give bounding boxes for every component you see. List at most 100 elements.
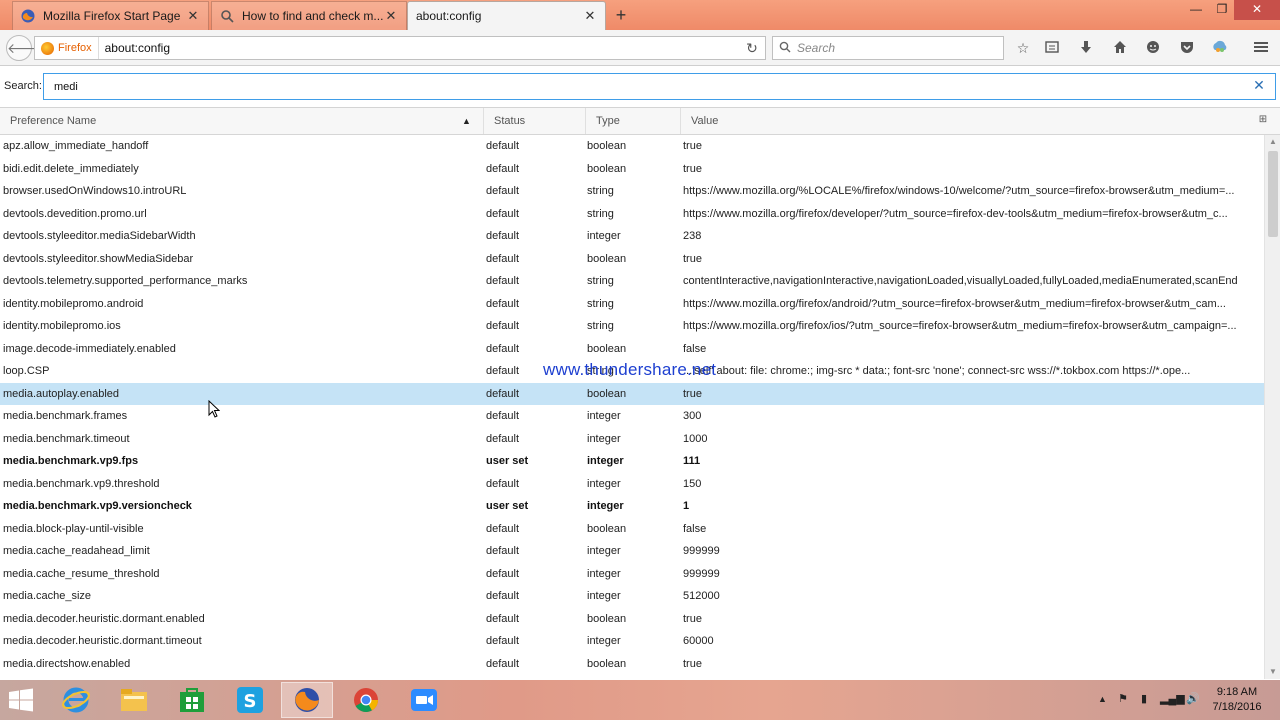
- chrome-icon[interactable]: [340, 682, 392, 718]
- preference-value: https://www.mozilla.org/firefox/ios/?utm…: [683, 320, 1237, 332]
- preference-value: true: [683, 162, 702, 175]
- file-explorer-icon[interactable]: [108, 682, 160, 718]
- preference-row[interactable]: media.benchmark.timeout default integer 100…: [0, 428, 1264, 451]
- preference-row[interactable]: media.block-play-until-visible default boo…: [0, 518, 1264, 541]
- tab-close-icon[interactable]: ✕: [583, 8, 597, 24]
- preference-row[interactable]: media.decoder.heuristic.dormant.enabled d…: [0, 608, 1264, 631]
- preference-row[interactable]: media.directshow.enabled default boolean tr…: [0, 653, 1264, 676]
- preference-value: https://www.mozilla.org/firefox/android/…: [683, 297, 1226, 310]
- preference-row[interactable]: bidi.edit.delete_immediately default boole…: [0, 158, 1264, 181]
- volume-icon[interactable]: 🔊: [1186, 692, 1200, 705]
- scroll-up-icon[interactable]: ▲: [1265, 135, 1280, 149]
- preference-row[interactable]: image.decode-immediately.enabled default b…: [0, 338, 1264, 361]
- download-icon[interactable]: [1077, 40, 1095, 58]
- identity-label: Firefox: [58, 42, 92, 54]
- preference-type: integer: [587, 500, 624, 512]
- tray-expand-icon[interactable]: ▲: [1098, 694, 1107, 704]
- search-placeholder: Search: [797, 41, 836, 55]
- preference-value: 512000: [683, 590, 720, 602]
- zoom-icon[interactable]: [398, 682, 450, 718]
- preference-row[interactable]: devtools.styleeditor.mediaSidebarWidth de…: [0, 225, 1264, 248]
- new-tab-button[interactable]: +: [610, 4, 632, 26]
- preference-row[interactable]: media.benchmark.frames default integer 300: [0, 405, 1264, 428]
- reading-list-icon[interactable]: [1043, 40, 1061, 58]
- tab-firefox-start-page[interactable]: Mozilla Firefox Start Page ✕: [12, 1, 209, 30]
- scroll-down-icon[interactable]: ▼: [1265, 665, 1280, 679]
- preference-status: default: [486, 567, 520, 580]
- home-icon[interactable]: [1111, 40, 1129, 58]
- identity-box[interactable]: Firefox: [35, 37, 99, 59]
- battery-icon[interactable]: ▮: [1141, 692, 1147, 705]
- preference-name: media.decoder.heuristic.dormant.enabled: [3, 612, 205, 625]
- preference-type: boolean: [587, 162, 627, 175]
- preference-type: boolean: [587, 612, 627, 625]
- skype-icon[interactable]: S: [224, 682, 276, 718]
- column-header-status[interactable]: Status: [484, 108, 586, 134]
- preference-name: devtools.devedition.promo.url: [3, 207, 147, 220]
- clear-filter-icon[interactable]: ✕: [1252, 78, 1266, 92]
- reload-icon[interactable]: ↻: [739, 40, 765, 57]
- preference-row[interactable]: apz.allow_immediate_handoff default boolea…: [0, 135, 1264, 158]
- preference-row[interactable]: media.benchmark.vp9.versioncheck user set…: [0, 495, 1264, 518]
- search-bar[interactable]: Search: [772, 36, 1004, 60]
- system-clock[interactable]: 9:18 AM 7/18/2016: [1208, 685, 1266, 715]
- preference-name: media.cache_readahead_limit: [3, 545, 150, 557]
- preference-value: true: [683, 657, 702, 670]
- preference-type: integer: [587, 455, 624, 467]
- tab-close-icon[interactable]: ✕: [384, 8, 398, 24]
- restore-button[interactable]: ❐: [1208, 0, 1236, 20]
- preference-row[interactable]: devtools.telemetry.supported_performance…: [0, 270, 1264, 293]
- preference-row[interactable]: devtools.styleeditor.showMediaSidebar def…: [0, 248, 1264, 271]
- window-close-button[interactable]: ✕: [1234, 0, 1280, 20]
- preference-row[interactable]: identity.mobilepromo.android default strin…: [0, 293, 1264, 316]
- url-text[interactable]: about:config: [99, 41, 739, 55]
- preference-status: user set: [486, 500, 529, 512]
- internet-explorer-icon[interactable]: [50, 682, 102, 718]
- scrollbar-thumb[interactable]: [1268, 151, 1278, 237]
- preference-row[interactable]: media.benchmark.vp9.threshold default inte…: [0, 473, 1264, 496]
- tab-how-to-find[interactable]: How to find and check m... ✕: [211, 1, 407, 30]
- preference-row[interactable]: media.decoder.heuristic.dormant.timeout d…: [0, 630, 1264, 653]
- column-picker-icon[interactable]: ⊞: [1256, 114, 1270, 128]
- preference-row[interactable]: media.cache_resume_threshold default integ…: [0, 563, 1264, 586]
- clock-time: 9:18 AM: [1216, 686, 1258, 698]
- firefox-icon[interactable]: [281, 682, 333, 718]
- preference-name: devtools.styleeditor.mediaSidebarWidth: [3, 230, 196, 242]
- url-bar[interactable]: Firefox about:config ↻: [34, 36, 766, 60]
- vertical-scrollbar[interactable]: ▲ ▼: [1264, 135, 1280, 679]
- tab-close-icon[interactable]: ✕: [186, 8, 200, 24]
- preference-name: media.block-play-until-visible: [3, 522, 144, 535]
- search-icon: [779, 41, 791, 56]
- column-header-name[interactable]: Preference Name: [0, 108, 484, 134]
- preference-value: true: [683, 612, 702, 625]
- filter-input[interactable]: [43, 73, 1276, 100]
- preference-name: media.benchmark.vp9.versioncheck: [3, 500, 192, 512]
- navigation-toolbar: 🡐 Firefox about:config ↻ Search ☆: [0, 30, 1280, 66]
- action-center-flag-icon[interactable]: ⚑: [1118, 692, 1128, 705]
- preference-row[interactable]: devtools.devedition.promo.url default stri…: [0, 203, 1264, 226]
- firefox-logo-icon: [41, 41, 54, 55]
- tab-about-config[interactable]: about:config ✕: [407, 1, 606, 30]
- preference-status: user set: [486, 455, 529, 467]
- preference-row[interactable]: media.cache_readahead_limit default intege…: [0, 540, 1264, 563]
- back-button[interactable]: 🡐: [6, 35, 45, 61]
- menu-icon[interactable]: [1252, 40, 1270, 58]
- pocket-icon[interactable]: [1178, 40, 1196, 58]
- minimize-button[interactable]: —: [1182, 0, 1210, 20]
- preference-row[interactable]: media.autoplay.enabled default boolean true: [0, 382, 1264, 405]
- store-icon[interactable]: [166, 682, 218, 718]
- preference-row[interactable]: browser.usedOnWindows10.introURL default s…: [0, 180, 1264, 203]
- preference-row[interactable]: media.cache_size default integer 512000: [0, 585, 1264, 608]
- network-icon[interactable]: ▂▄▆: [1160, 692, 1185, 705]
- preference-status: default: [486, 342, 520, 355]
- preference-row[interactable]: identity.mobilepromo.ios default string htt…: [0, 315, 1264, 338]
- bookmark-star-icon[interactable]: ☆: [1014, 40, 1032, 58]
- clock-date: 7/18/2016: [1212, 701, 1262, 713]
- column-header-value[interactable]: Value: [681, 108, 1249, 134]
- preference-name: identity.mobilepromo.ios: [3, 320, 121, 332]
- preference-row[interactable]: media.benchmark.vp9.fps user set integer 11…: [0, 450, 1264, 473]
- sync-icon[interactable]: [1211, 40, 1229, 58]
- windows-start-icon[interactable]: [8, 688, 34, 712]
- column-header-type[interactable]: Type: [586, 108, 681, 134]
- hello-icon[interactable]: [1144, 40, 1162, 58]
